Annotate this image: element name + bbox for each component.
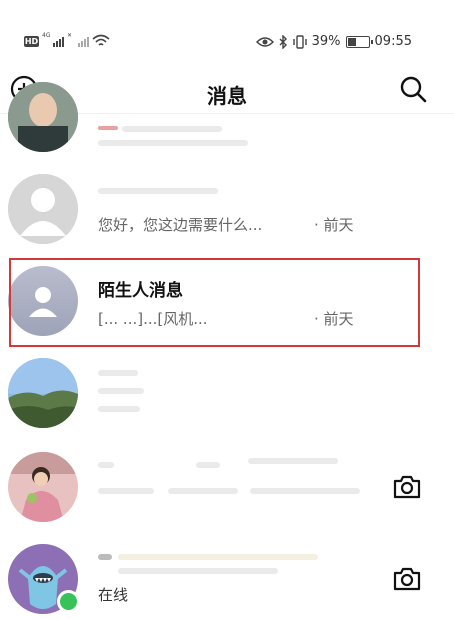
signal-icon-2: ✕: [67, 32, 89, 47]
conversation-row[interactable]: [0, 82, 454, 162]
status-bar: HD 4G ✕ 39% 09:55: [0, 0, 454, 60]
camera-icon[interactable]: [390, 562, 424, 596]
avatar: [8, 452, 78, 522]
avatar: [8, 174, 78, 244]
eye-icon: [255, 36, 274, 47]
hd-badge: HD: [24, 35, 39, 47]
conversation-row[interactable]: 您好，您这边需要什么... · 前天: [0, 162, 454, 252]
bluetooth-icon: [279, 34, 287, 49]
online-status-dot: [57, 590, 80, 613]
battery-percent: 39%: [311, 34, 341, 49]
avatar: [8, 358, 78, 428]
conversation-row[interactable]: [0, 440, 454, 534]
vibrate-icon: [292, 34, 307, 49]
wifi-icon: [92, 34, 110, 46]
search-icon[interactable]: [398, 74, 428, 104]
highlight-box: [9, 258, 420, 347]
message-preview: 您好，您这边需要什么...: [98, 216, 263, 234]
battery-icon: [345, 35, 373, 48]
network-label: 4G: [42, 32, 51, 39]
signal-icon: 4G: [42, 32, 64, 47]
status-right: 39% 09:55: [255, 34, 412, 49]
message-time: · 前天: [314, 216, 354, 234]
message-preview: 在线: [98, 586, 129, 604]
network-label-2: ✕: [67, 32, 73, 39]
clock: 09:55: [374, 34, 412, 49]
status-left: HD 4G ✕: [24, 32, 110, 48]
camera-icon[interactable]: [390, 470, 424, 504]
avatar: [8, 82, 78, 152]
conversation-row[interactable]: [0, 348, 454, 438]
